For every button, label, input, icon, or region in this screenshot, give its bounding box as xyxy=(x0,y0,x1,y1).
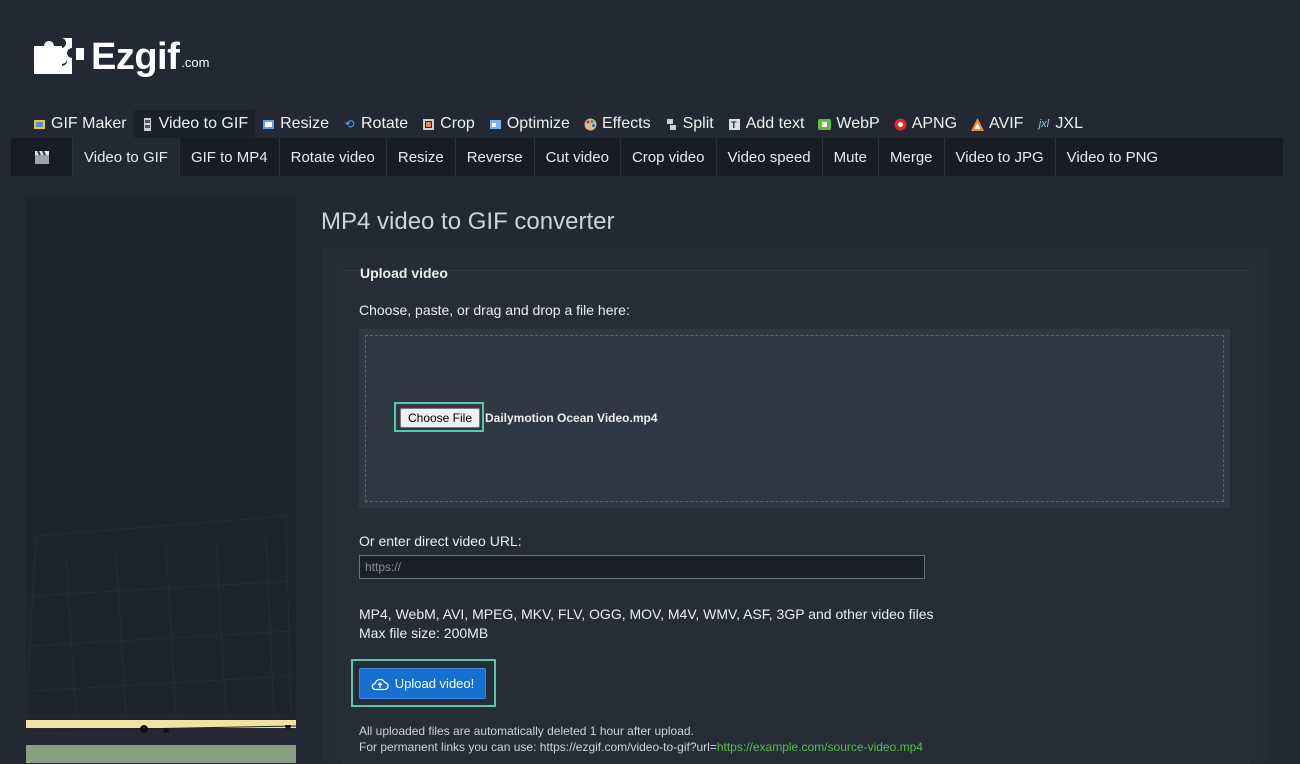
cloud-upload-icon xyxy=(371,678,389,690)
ad-bottom-image xyxy=(26,745,296,763)
nav-label: Effects xyxy=(601,115,651,132)
subnav-resize[interactable]: Resize xyxy=(385,138,455,176)
nav-rotate[interactable]: ⟲ Rotate xyxy=(336,110,415,138)
nav-label: JXL xyxy=(1055,115,1083,132)
nav-add-text[interactable]: T Add text xyxy=(721,110,812,138)
nav-optimize[interactable]: Optimize xyxy=(482,110,577,138)
selected-file-name: Dailymotion Ocean Video.mp4 xyxy=(485,411,658,425)
nav-label: Video to GIF xyxy=(158,115,249,132)
sub-nav: Video to GIF GIF to MP4 Rotate video Res… xyxy=(11,138,1283,176)
supported-formats: MP4, WebM, AVI, MPEG, MKV, FLV, OGG, MOV… xyxy=(359,605,934,643)
page-title: MP4 video to GIF converter xyxy=(321,208,615,235)
rotate-icon: ⟲ xyxy=(344,116,355,131)
resize-icon xyxy=(262,118,275,131)
nav-webp[interactable]: WebP xyxy=(811,110,886,138)
subnav-video-to-jpg[interactable]: Video to JPG xyxy=(943,138,1055,176)
subnav-rotate-video[interactable]: Rotate video xyxy=(278,138,386,176)
site-logo[interactable]: Ezgif .com xyxy=(30,34,209,76)
logo-text: Ezgif xyxy=(91,36,180,78)
ad-strip xyxy=(25,720,297,734)
nav-label: Crop xyxy=(440,115,475,132)
gif-maker-icon xyxy=(33,118,46,131)
nav-effects[interactable]: Effects xyxy=(577,110,658,138)
film-icon xyxy=(141,117,154,131)
palette-icon xyxy=(584,118,597,131)
nav-label: AVIF xyxy=(989,115,1024,132)
nav-jxl[interactable]: jxl JXL xyxy=(1030,110,1090,138)
main-nav: GIF Maker Video to GIF Resize ⟲ Rotate C… xyxy=(26,110,1090,138)
nav-split[interactable]: Split xyxy=(658,110,721,138)
subnav-video-speed[interactable]: Video speed xyxy=(715,138,822,176)
nav-label: Optimize xyxy=(506,115,570,132)
text-icon: T xyxy=(728,118,741,131)
upload-video-button[interactable]: Upload video! xyxy=(359,668,486,699)
nav-apng[interactable]: APNG xyxy=(887,110,964,138)
ad-strip-graphic xyxy=(25,723,297,734)
note-line-2-text: For permanent links you can use: https:/… xyxy=(359,740,717,754)
svg-text:T: T xyxy=(731,120,737,130)
left-ad-area xyxy=(26,196,296,720)
note-line-2: For permanent links you can use: https:/… xyxy=(359,739,923,755)
nav-video-to-gif[interactable]: Video to GIF xyxy=(133,110,256,138)
url-label: Or enter direct video URL: xyxy=(359,533,522,549)
nav-label: Split xyxy=(682,115,714,132)
subnav-mute[interactable]: Mute xyxy=(821,138,878,176)
upload-note: All uploaded files are automatically del… xyxy=(359,723,923,755)
subnav-video-to-gif[interactable]: Video to GIF xyxy=(72,138,179,176)
subnav-merge[interactable]: Merge xyxy=(878,138,944,176)
nav-label: WebP xyxy=(836,115,880,132)
upload-legend: Upload video xyxy=(360,265,448,281)
max-file-size: Max file size: 200MB xyxy=(359,625,489,641)
choose-file-button[interactable]: Choose File xyxy=(400,408,480,428)
nav-crop[interactable]: Crop xyxy=(415,110,482,138)
subnav-cut-video[interactable]: Cut video xyxy=(533,138,620,176)
split-icon xyxy=(665,118,678,131)
note-line-1: All uploaded files are automatically del… xyxy=(359,724,694,738)
logo-domain: .com xyxy=(181,55,210,70)
crop-icon xyxy=(422,118,435,131)
subnav-video-to-png[interactable]: Video to PNG xyxy=(1054,138,1169,176)
nav-resize[interactable]: Resize xyxy=(255,110,336,138)
nav-label: Add text xyxy=(745,115,805,132)
ad-graphic xyxy=(26,515,292,717)
jxl-icon: jxl xyxy=(1038,117,1050,130)
nav-label: APNG xyxy=(911,115,958,132)
nav-label: Rotate xyxy=(361,115,409,132)
video-url-input[interactable] xyxy=(359,555,925,579)
avif-icon xyxy=(971,117,985,131)
optimize-icon xyxy=(489,118,502,131)
nav-label: GIF Maker xyxy=(51,115,127,132)
nav-avif[interactable]: AVIF xyxy=(964,110,1030,138)
subnav-crop-video[interactable]: Crop video xyxy=(619,138,716,176)
choose-file-label: Choose, paste, or drag and drop a file h… xyxy=(359,302,630,318)
example-url-link[interactable]: https://example.com/source-video.mp4 xyxy=(717,740,923,754)
subnav-gif-to-mp4[interactable]: GIF to MP4 xyxy=(178,138,279,176)
nav-label: Resize xyxy=(280,115,329,132)
upload-button-label: Upload video! xyxy=(394,676,475,691)
apng-icon xyxy=(894,118,907,131)
subnav-reverse[interactable]: Reverse xyxy=(454,138,534,176)
formats-text: MP4, WebM, AVI, MPEG, MKV, FLV, OGG, MOV… xyxy=(359,606,934,622)
puzzle-logo-icon xyxy=(34,37,84,74)
nav-gif-maker[interactable]: GIF Maker xyxy=(26,110,134,138)
clapperboard-icon xyxy=(11,138,72,176)
webp-icon xyxy=(818,118,832,131)
